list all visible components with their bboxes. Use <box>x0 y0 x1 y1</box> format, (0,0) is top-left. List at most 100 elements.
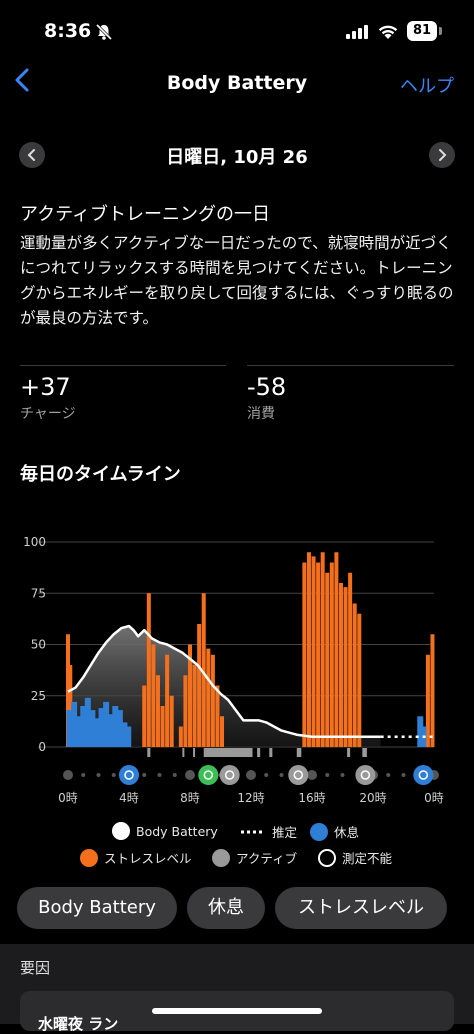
home-indicator <box>152 1008 322 1014</box>
legend-label: 推定 <box>272 825 298 840</box>
stress-bar <box>192 665 197 747</box>
gray-dot-icon <box>212 848 230 867</box>
summary-headline: アクティブトレーニングの一日 <box>20 204 271 225</box>
stress-bar <box>352 603 357 747</box>
timeline-dot <box>279 773 284 777</box>
legend-label: アクティブ <box>236 851 298 866</box>
summary-description: 運動量が多くアクティブな一日だったので、就寝時間が近づくにつれてリラックスする時… <box>20 234 454 327</box>
legend-active: アクティブ <box>212 848 297 867</box>
tab-stress-level[interactable]: ストレスレベル <box>275 887 447 929</box>
walking-icon <box>219 765 240 785</box>
timeline-dot <box>246 770 256 780</box>
x-tick-label: 12時 <box>237 791 264 805</box>
y-tick-label: 50 <box>31 638 46 652</box>
y-tick-label: 25 <box>31 689 46 703</box>
x-tick-label: 0時 <box>424 791 444 805</box>
stress-bar <box>316 562 321 747</box>
orange-dot-icon <box>80 848 98 867</box>
stress-bar <box>348 572 353 747</box>
date-label: 日曜日, 10月 26 <box>166 147 308 168</box>
legend-unmeasurable: 測定不能 <box>318 848 392 867</box>
active-period <box>203 748 253 757</box>
ring-dot-icon <box>318 848 336 867</box>
active-period <box>269 748 273 757</box>
event-timeline <box>63 765 439 785</box>
stress-bar <box>425 654 430 747</box>
active-periods <box>147 748 367 757</box>
stress-bar <box>155 675 160 747</box>
legend-label: ストレスレベル <box>104 851 192 866</box>
active-period <box>347 748 351 757</box>
legend-label: Body Battery <box>136 823 218 839</box>
bell-muted-icon <box>95 23 113 41</box>
legend-estimated: 推定 <box>240 822 297 841</box>
active-period <box>193 748 196 757</box>
timeline-dot <box>63 770 73 780</box>
active-period <box>182 748 185 757</box>
tab-rest[interactable]: 休息 <box>187 887 265 929</box>
stress-bar <box>197 624 202 747</box>
timeline-dot <box>325 773 330 777</box>
stress-bar <box>334 552 339 747</box>
legend-rest: 休息 <box>310 822 359 841</box>
x-tick-label: 20時 <box>359 791 386 805</box>
x-axis-labels: 0時 4時 8時 12時 16時 20時 0時 <box>58 791 444 805</box>
stress-bar <box>320 552 325 747</box>
wifi-icon <box>378 25 398 39</box>
clock-icon <box>119 765 139 785</box>
dotted-line-icon <box>241 830 265 833</box>
stress-bar <box>357 613 362 747</box>
timeline-dot <box>157 773 162 777</box>
stress-bar <box>151 644 156 747</box>
divider <box>20 365 226 366</box>
legend-body-battery: Body Battery <box>112 822 218 840</box>
y-tick-label: 0 <box>38 740 46 754</box>
active-period <box>362 748 367 757</box>
stress-bar <box>206 648 211 747</box>
stress-bar <box>302 562 307 747</box>
walking-icon <box>288 765 309 785</box>
battery-nub <box>439 27 442 35</box>
legend-label: 休息 <box>334 825 360 840</box>
drain-label: 消費 <box>247 406 275 422</box>
help-link[interactable]: ヘルプ <box>400 72 454 98</box>
status-time: 8:36 <box>44 20 92 42</box>
y-tick-label: 75 <box>31 586 46 600</box>
x-tick-label: 4時 <box>119 791 139 805</box>
tab-body-battery[interactable]: Body Battery <box>17 887 177 929</box>
walking-icon <box>355 765 376 785</box>
stress-bar <box>329 562 334 747</box>
timeline-dot <box>264 773 269 777</box>
timeline-dot <box>172 773 177 777</box>
timeline-dot <box>185 770 195 780</box>
timeline-dot <box>111 773 116 777</box>
timeline-dot <box>81 773 86 777</box>
stress-bar <box>142 685 147 747</box>
active-period <box>257 748 261 757</box>
timeline-dot <box>340 773 345 777</box>
divider <box>247 365 454 366</box>
stress-bar <box>183 675 188 747</box>
active-period <box>147 748 151 757</box>
timeline-dot <box>142 773 147 777</box>
stress-bar <box>325 572 330 747</box>
factors-heading: 要因 <box>20 959 51 977</box>
blue-dot-icon <box>310 822 328 841</box>
white-dot-icon <box>112 822 130 840</box>
cellular-signal-icon <box>346 25 368 39</box>
battery-indicator: 81 <box>407 21 437 41</box>
x-tick-label: 8時 <box>180 791 200 805</box>
stress-bar <box>215 685 220 747</box>
active-period <box>296 748 302 757</box>
charge-label: チャージ <box>20 406 76 422</box>
stress-bar <box>210 654 215 747</box>
body-battery-chart: 0 25 50 75 100 0時 4時 8時 12時 16時 20時 0時 <box>23 535 444 805</box>
timeline-dot <box>401 773 406 777</box>
stress-bar <box>311 556 316 747</box>
legend-stress: ストレスレベル <box>80 848 192 867</box>
stress-bar <box>160 706 165 747</box>
legend-label: 測定不能 <box>342 851 393 866</box>
rest-bar <box>125 726 132 747</box>
timeline-dot <box>307 770 317 780</box>
next-day-button[interactable] <box>429 142 455 168</box>
